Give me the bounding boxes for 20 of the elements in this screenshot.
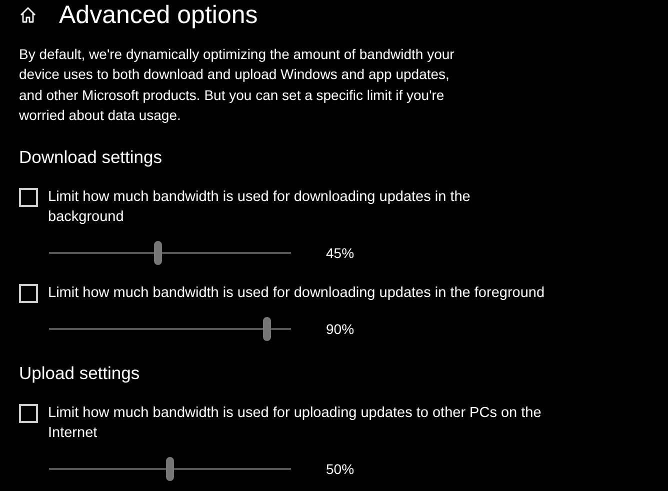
slider-value: 45%: [326, 245, 354, 262]
checkbox[interactable]: [19, 188, 38, 208]
slider-track[interactable]: [49, 241, 291, 266]
slider-thumb[interactable]: [262, 317, 271, 342]
page-title: Advanced options: [59, 0, 258, 30]
checkbox[interactable]: [19, 404, 38, 424]
checkbox-label: Limit how much bandwidth is used for uploading updates to other PCs on the Internet: [48, 404, 542, 444]
slider-track[interactable]: [49, 317, 291, 342]
slider-thumb[interactable]: [154, 241, 162, 266]
checkbox-label: Limit how much bandwidth is used for downloading updates in the foreground: [48, 284, 545, 304]
slider-thumb[interactable]: [166, 457, 174, 482]
slider-track[interactable]: [49, 457, 291, 482]
slider-value: 50%: [326, 461, 354, 478]
checkbox-label: Limit how much bandwidth is used for downloading updates in the background: [48, 188, 472, 228]
description-text: By default, we're dynamically optimizing the amount of bandwidth your device uses to both download and upload Windows and app updates, and other Microsoft products. But you can set a specific limit if you're worried about data usage.: [19, 45, 456, 125]
home-icon[interactable]: [19, 6, 37, 24]
section-heading: Download settings: [19, 146, 163, 170]
section-heading: Upload settings: [19, 362, 141, 386]
checkbox[interactable]: [19, 284, 38, 304]
slider-value: 90%: [326, 321, 354, 338]
